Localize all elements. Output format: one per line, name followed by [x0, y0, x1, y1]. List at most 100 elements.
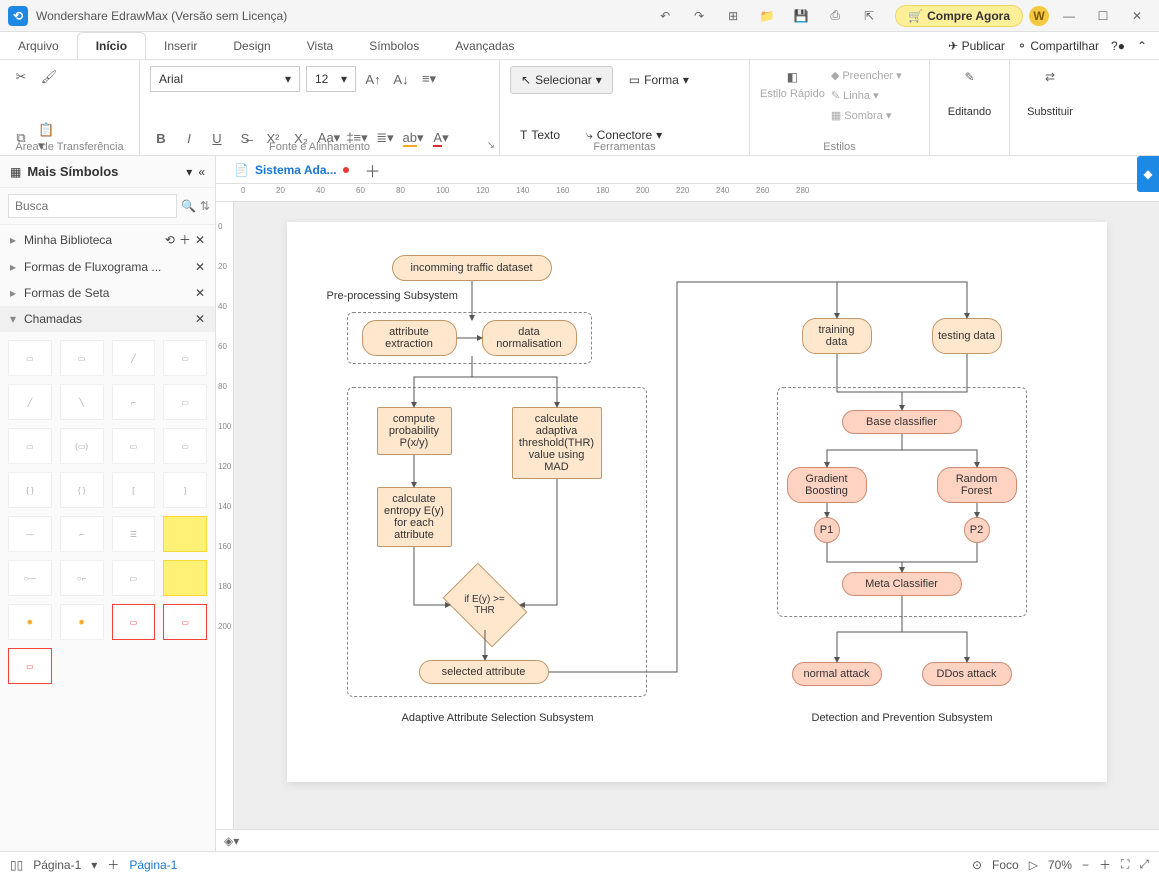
- lib-my-library[interactable]: ▸Minha Biblioteca⟲＋✕: [0, 225, 215, 254]
- current-page-label[interactable]: Página-1: [129, 858, 177, 872]
- replace-icon[interactable]: ⇄: [1039, 66, 1061, 88]
- node-compute-prob[interactable]: compute probability P(x/y): [377, 407, 452, 455]
- canvas[interactable]: Pre-processing Subsystem Adaptive Attrib…: [234, 202, 1159, 829]
- node-gboost[interactable]: Gradient Boosting: [787, 467, 867, 503]
- node-attr-extract[interactable]: attribute extraction: [362, 320, 457, 356]
- page-menu-icon[interactable]: ▾: [91, 858, 97, 872]
- line-button[interactable]: ✎ Linha ▾: [831, 86, 902, 106]
- shape-thumb[interactable]: { }: [60, 472, 104, 508]
- save-icon[interactable]: 💾: [787, 4, 815, 28]
- fill-button[interactable]: ◆ Preencher ▾: [831, 66, 902, 86]
- menu-avancadas[interactable]: Avançadas: [437, 32, 532, 59]
- zoom-in-icon[interactable]: ＋: [1099, 856, 1111, 873]
- shape-thumb[interactable]: ▭: [112, 560, 156, 596]
- play-icon[interactable]: ▷: [1029, 858, 1038, 872]
- node-selected-attr[interactable]: selected attribute: [419, 660, 549, 684]
- document-tab[interactable]: 📄 Sistema Ada...: [224, 159, 359, 181]
- shape-tool-button[interactable]: ▭ Forma ▾: [619, 66, 699, 94]
- outline-toggle-icon[interactable]: ▯▯: [10, 858, 23, 872]
- node-incoming[interactable]: incomming traffic dataset: [392, 255, 552, 281]
- fit-page-icon[interactable]: ⛶: [1121, 857, 1129, 872]
- shape-thumb[interactable]: (▭): [60, 428, 104, 464]
- filter-icon[interactable]: ⇅: [200, 194, 210, 218]
- shape-thumb[interactable]: { }: [8, 472, 52, 508]
- node-p1[interactable]: P1: [814, 517, 840, 543]
- maximize-icon[interactable]: ☐: [1089, 4, 1117, 28]
- node-training[interactable]: training data: [802, 318, 872, 354]
- shape-thumb[interactable]: ✹: [8, 604, 52, 640]
- print-icon[interactable]: ⎙: [821, 4, 849, 28]
- node-meta-classifier[interactable]: Meta Classifier: [842, 572, 962, 596]
- w-badge-icon[interactable]: W: [1029, 6, 1049, 26]
- align-icon[interactable]: ≡▾: [418, 68, 440, 90]
- menu-design[interactable]: Design: [215, 32, 288, 59]
- lib-arrows[interactable]: ▸Formas de Seta✕: [0, 280, 215, 306]
- menu-arquivo[interactable]: Arquivo: [0, 32, 77, 59]
- shape-thumb[interactable]: ▭: [8, 428, 52, 464]
- new-icon[interactable]: ⊞: [719, 4, 747, 28]
- add-icon[interactable]: ＋: [179, 231, 191, 248]
- focus-icon[interactable]: ⊙: [972, 858, 982, 872]
- quick-style-icon[interactable]: ◧: [781, 66, 803, 88]
- open-icon[interactable]: 📁: [753, 4, 781, 28]
- right-panel-toggle[interactable]: ◆: [1137, 156, 1159, 192]
- font-dialog-icon[interactable]: ↘: [487, 140, 495, 151]
- new-tab-button[interactable]: ＋: [365, 158, 381, 182]
- shape-thumb[interactable]: —: [8, 516, 52, 552]
- menu-vista[interactable]: Vista: [289, 32, 351, 59]
- search-icon[interactable]: 🔍: [181, 194, 196, 218]
- more-symbols-label[interactable]: Mais Símbolos: [27, 164, 180, 179]
- zoom-label[interactable]: 70%: [1048, 858, 1072, 872]
- editing-icon[interactable]: ✎: [959, 66, 981, 88]
- shape-thumb[interactable]: ▭: [163, 384, 207, 420]
- node-ddos-attack[interactable]: DDos attack: [922, 662, 1012, 686]
- close-lib-icon[interactable]: ✕: [195, 312, 205, 326]
- shape-thumb[interactable]: ▭: [163, 340, 207, 376]
- shape-thumb[interactable]: ╲: [60, 384, 104, 420]
- editing-label[interactable]: Editando: [948, 106, 991, 118]
- diagram-page[interactable]: Pre-processing Subsystem Adaptive Attrib…: [287, 222, 1107, 782]
- export-icon[interactable]: ⇱: [855, 4, 883, 28]
- node-testing[interactable]: testing data: [932, 318, 1002, 354]
- fullscreen-icon[interactable]: ⤢: [1139, 857, 1149, 872]
- node-p2[interactable]: P2: [964, 517, 990, 543]
- lib-flowchart[interactable]: ▸Formas de Fluxograma ...✕: [0, 254, 215, 280]
- redo-icon[interactable]: ↷: [685, 4, 713, 28]
- search-input[interactable]: [8, 194, 177, 218]
- shape-thumb[interactable]: ⌐: [112, 384, 156, 420]
- eyedropper-icon[interactable]: ◈▾: [224, 834, 239, 848]
- cut-icon[interactable]: ✂: [10, 66, 32, 88]
- node-decision[interactable]: if E(y) >= THR: [450, 580, 520, 630]
- shape-thumb[interactable]: ☰: [112, 516, 156, 552]
- add-page-icon[interactable]: ＋: [107, 856, 119, 873]
- shape-thumb[interactable]: ▭: [163, 428, 207, 464]
- close-lib-icon[interactable]: ✕: [195, 233, 205, 247]
- shape-thumb[interactable]: [: [112, 472, 156, 508]
- close-lib-icon[interactable]: ✕: [195, 286, 205, 300]
- node-normal-attack[interactable]: normal attack: [792, 662, 882, 686]
- undo-icon[interactable]: ↶: [651, 4, 679, 28]
- shape-thumb[interactable]: ▭: [60, 340, 104, 376]
- node-rforest[interactable]: Random Forest: [937, 467, 1017, 503]
- shape-thumb[interactable]: ✹: [60, 604, 104, 640]
- shape-thumb[interactable]: ▭: [112, 604, 156, 640]
- shape-thumb[interactable]: ]: [163, 472, 207, 508]
- refresh-icon[interactable]: ⟲: [165, 233, 175, 247]
- shape-thumb[interactable]: ○⌐: [60, 560, 104, 596]
- zoom-out-icon[interactable]: −: [1082, 858, 1089, 872]
- menu-inicio[interactable]: Início: [77, 32, 146, 59]
- replace-label[interactable]: Substituir: [1027, 106, 1073, 118]
- close-icon[interactable]: ✕: [1123, 4, 1151, 28]
- node-entropy[interactable]: calculate entropy E(y) for each attribut…: [377, 487, 452, 547]
- chevron-down-icon[interactable]: ▾: [186, 165, 192, 179]
- lib-callouts[interactable]: ▾Chamadas✕: [0, 306, 215, 332]
- shape-thumb[interactable]: ▭: [8, 648, 52, 684]
- close-lib-icon[interactable]: ✕: [195, 260, 205, 274]
- shape-thumb[interactable]: ╱: [8, 384, 52, 420]
- format-painter-icon[interactable]: 🖌: [38, 66, 60, 88]
- chevron-up-icon[interactable]: ⌃: [1137, 39, 1147, 53]
- node-data-norm[interactable]: data normalisation: [482, 320, 577, 356]
- shape-thumb[interactable]: ▭: [8, 340, 52, 376]
- shape-thumb[interactable]: [163, 560, 207, 596]
- shape-thumb[interactable]: ╱: [112, 340, 156, 376]
